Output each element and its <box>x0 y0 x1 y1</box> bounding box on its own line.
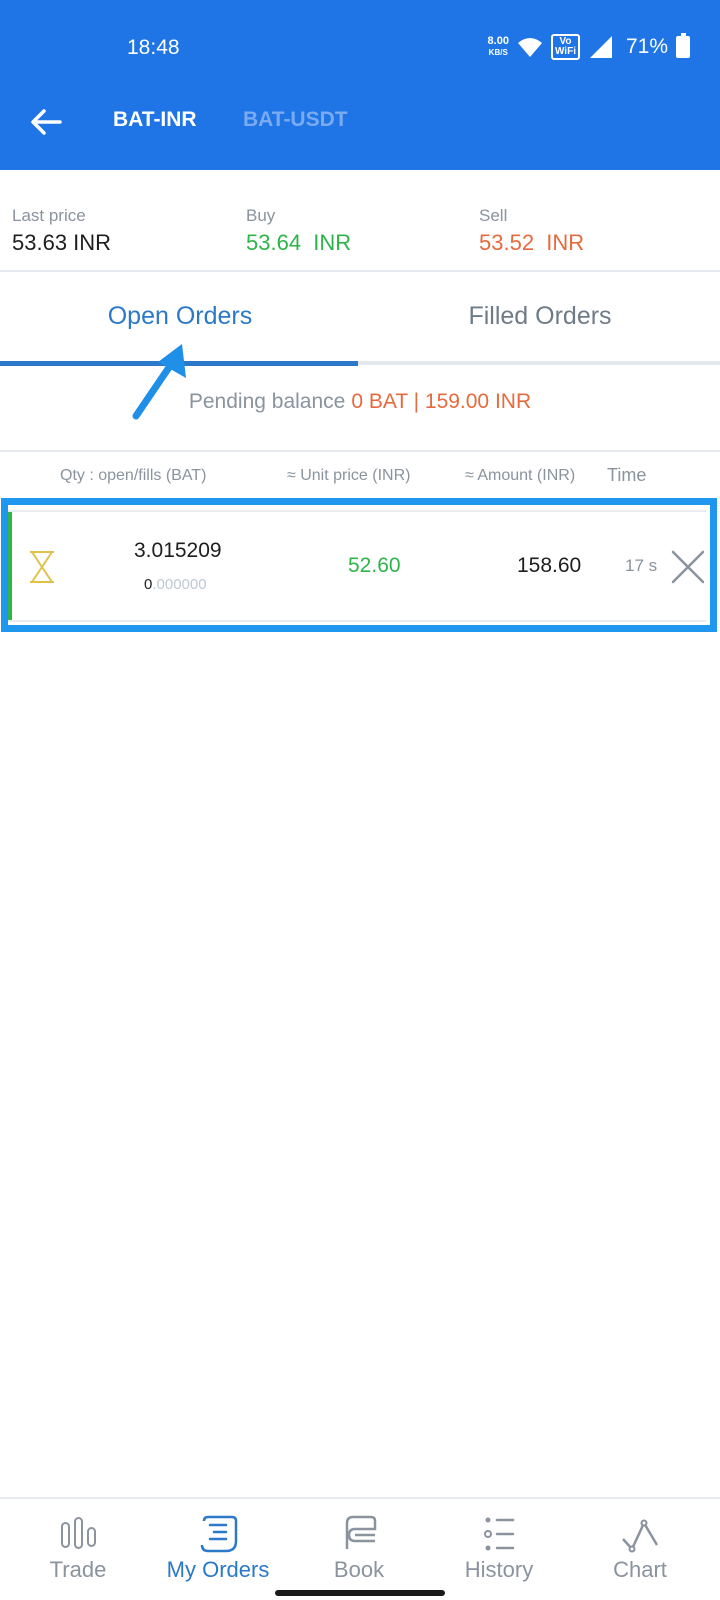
candlestick-icon <box>61 1517 96 1549</box>
header-amount: ≈ Amount (INR) <box>465 467 576 484</box>
history-icon <box>484 1517 515 1551</box>
bottom-nav: Trade My Orders Book History Chart <box>0 1497 720 1600</box>
pair-tab-bat-usdt[interactable]: BAT-USDT <box>243 108 348 132</box>
header-time: Time <box>607 465 647 485</box>
pending-balance: Pending balance 0 BAT | 159.00 INR <box>188 390 532 413</box>
nav-history[interactable]: History <box>427 1499 571 1600</box>
header-unit-price: ≈ Unit price (INR) <box>287 467 411 484</box>
header-qty: Qty : open/fills (BAT) <box>60 467 207 484</box>
network-speed: 8.00 KB/S <box>487 35 509 58</box>
book-icon <box>345 1515 377 1549</box>
orders-table-header: Qty : open/fills (BAT) ≈ Unit price (INR… <box>0 452 720 498</box>
unit-price: 52.60 <box>348 554 401 577</box>
last-price: Last price 53.63 INR <box>12 206 112 255</box>
signal-icon <box>589 36 612 58</box>
status-time: 18:48 <box>127 36 180 59</box>
vowifi-icon: Vo WiFi <box>550 34 580 60</box>
battery-percent: 71% <box>625 35 668 58</box>
order-time: 17 s <box>625 556 658 575</box>
nav-my-orders[interactable]: My Orders <box>146 1499 290 1600</box>
buy-price: Buy 53.64 INR <box>246 206 352 255</box>
table-row[interactable]: 3.015209 0.000000 52.60 158.60 17 s <box>8 510 706 622</box>
battery-icon <box>676 33 690 58</box>
buy-side-indicator <box>8 512 12 620</box>
nav-trade[interactable]: Trade <box>6 1499 150 1600</box>
tab-open-orders[interactable]: Open Orders <box>0 302 360 331</box>
wifi-icon <box>517 38 542 57</box>
order-amount: 158.60 <box>517 554 582 577</box>
sell-price: Sell 53.52 INR <box>479 206 585 255</box>
back-arrow-icon[interactable] <box>28 104 64 140</box>
home-indicator[interactable] <box>275 1590 445 1596</box>
nav-chart[interactable]: Chart <box>568 1499 712 1600</box>
tab-filled-orders[interactable]: Filled Orders <box>360 302 720 331</box>
nav-book[interactable]: Book <box>287 1499 431 1600</box>
app-header: 18:48 8.00 KB/S Vo WiFi 71% BAT-INR BAT-… <box>0 0 720 170</box>
close-icon[interactable] <box>670 549 706 585</box>
qty-open: 3.015209 <box>134 539 222 562</box>
pair-tab-bat-inr[interactable]: BAT-INR <box>113 108 197 132</box>
qty-filled: 0.000000 <box>144 576 207 593</box>
orders-icon <box>200 1515 238 1553</box>
chart-icon <box>622 1519 659 1553</box>
status-icons: 8.00 KB/S Vo WiFi 71% <box>488 30 690 64</box>
hourglass-icon <box>30 551 54 583</box>
price-summary: Last price 53.63 INR Buy 53.64 INR Sell … <box>0 170 720 272</box>
orders-tabs: Open Orders Filled Orders <box>0 272 720 368</box>
